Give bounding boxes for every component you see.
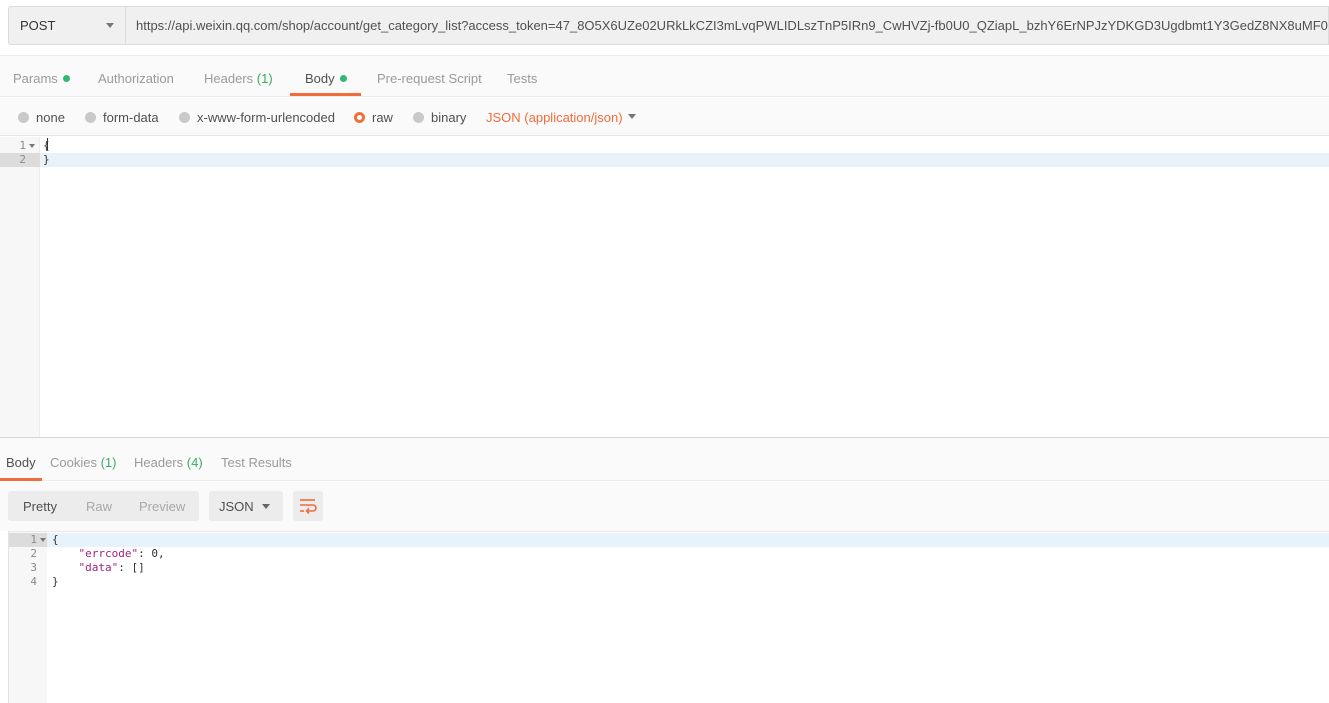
wrap-lines-icon xyxy=(300,499,317,515)
fold-arrow-icon[interactable] xyxy=(29,144,35,148)
line-number: 1 xyxy=(19,139,26,152)
response-body-viewer[interactable]: 1 { 2 "errcode": 0, 3 "data": [] 4 } xyxy=(8,531,1329,703)
radio-none[interactable]: none xyxy=(18,98,65,136)
json-key: "errcode" xyxy=(78,547,139,560)
radio-circle xyxy=(18,112,29,123)
code-text: { xyxy=(52,533,59,546)
tab-body[interactable]: Body xyxy=(305,56,347,97)
content-type-select[interactable]: JSON (application/json) xyxy=(486,98,623,136)
view-pretty-button[interactable]: Pretty xyxy=(23,491,57,521)
tab-pre-request-script[interactable]: Pre-request Script xyxy=(377,56,482,97)
request-url-bar: POST https://api.weixin.qq.com/shop/acco… xyxy=(8,6,1329,45)
response-tab-test-results[interactable]: Test Results xyxy=(221,438,292,481)
tab-authorization-label: Authorization xyxy=(98,71,174,86)
response-tab-headers[interactable]: Headers (4) xyxy=(134,438,203,481)
request-tabs: Params Authorization Headers (1) Body Pr… xyxy=(0,55,1329,97)
radio-none-label: none xyxy=(36,110,65,125)
radio-form-data[interactable]: form-data xyxy=(85,98,159,136)
line-number: 4 xyxy=(30,575,37,588)
response-format-label: JSON xyxy=(219,499,254,514)
tab-body-label: Body xyxy=(305,71,335,86)
body-active-dot xyxy=(339,75,347,82)
code-line: 1 { xyxy=(0,139,1329,153)
view-mode-toggle: Pretty Raw Preview xyxy=(8,491,199,521)
response-tab-cookies-count: (1) xyxy=(100,455,117,470)
params-active-dot xyxy=(62,75,70,82)
response-line-active: 1 { xyxy=(9,533,1329,547)
json-value: : [] xyxy=(118,561,145,574)
line-number-gutter xyxy=(0,137,40,437)
code-text: "data": [] xyxy=(52,561,145,575)
code-text: "errcode": 0, xyxy=(52,547,165,561)
view-raw-button[interactable]: Raw xyxy=(86,491,112,521)
tab-params-label: Params xyxy=(13,71,58,86)
request-body-editor[interactable]: 1 { 2 } xyxy=(0,137,1329,437)
wrap-lines-button[interactable] xyxy=(293,491,323,521)
json-value: : 0, xyxy=(138,547,165,560)
response-format-select[interactable]: JSON xyxy=(209,491,283,521)
body-type-selector: none form-data x-www-form-urlencoded raw… xyxy=(0,98,1329,136)
line-number: 2 xyxy=(19,153,26,166)
response-tab-cookies[interactable]: Cookies (1) xyxy=(50,438,116,481)
response-tabs: Body Cookies (1) Headers (4) Test Result… xyxy=(0,438,1329,481)
method-select[interactable]: POST xyxy=(8,6,125,45)
tab-authorization[interactable]: Authorization xyxy=(98,56,174,97)
response-tab-cookies-label: Cookies xyxy=(50,455,97,470)
fold-arrow-icon[interactable] xyxy=(40,538,46,542)
response-tab-test-results-label: Test Results xyxy=(221,455,292,470)
url-input[interactable]: https://api.weixin.qq.com/shop/account/g… xyxy=(125,6,1329,45)
tab-tests[interactable]: Tests xyxy=(507,56,537,97)
tab-headers-label: Headers xyxy=(204,71,254,86)
radio-binary[interactable]: binary xyxy=(413,98,466,136)
json-key: "data" xyxy=(78,561,119,574)
radio-raw[interactable]: raw xyxy=(354,98,393,136)
response-tab-headers-label: Headers xyxy=(134,455,184,470)
tab-headers[interactable]: Headers (1) xyxy=(204,56,273,97)
radio-form-data-label: form-data xyxy=(103,110,159,125)
method-label: POST xyxy=(20,18,56,33)
code-text: } xyxy=(52,575,59,588)
radio-urlencoded[interactable]: x-www-form-urlencoded xyxy=(179,98,335,136)
code-line-active: 2 } xyxy=(0,153,1329,167)
radio-binary-label: binary xyxy=(431,110,467,125)
line-number: 2 xyxy=(30,547,37,560)
view-preview-button[interactable]: Preview xyxy=(139,491,185,521)
radio-circle xyxy=(413,112,424,123)
active-response-tab-indicator xyxy=(0,478,42,481)
radio-raw-label: raw xyxy=(372,110,393,125)
response-tab-body-label: Body xyxy=(6,455,36,470)
response-line: 3 "data": [] xyxy=(9,561,1329,575)
radio-urlencoded-label: x-www-form-urlencoded xyxy=(197,110,335,125)
radio-circle-selected xyxy=(354,112,365,123)
response-line: 2 "errcode": 0, xyxy=(9,547,1329,561)
chevron-down-icon[interactable] xyxy=(628,114,636,119)
radio-circle xyxy=(85,112,96,123)
active-tab-indicator xyxy=(290,93,361,96)
tab-params[interactable]: Params xyxy=(13,56,70,97)
response-tab-body[interactable]: Body xyxy=(6,438,36,481)
tab-headers-count: (1) xyxy=(256,71,273,86)
radio-circle xyxy=(179,112,190,123)
code-text: } xyxy=(43,153,50,166)
chevron-down-icon xyxy=(262,504,270,509)
response-tab-headers-count: (4) xyxy=(186,455,203,470)
line-number: 1 xyxy=(30,533,37,546)
text-cursor xyxy=(47,138,48,150)
tab-tests-label: Tests xyxy=(507,71,538,86)
response-toolbar: Pretty Raw Preview JSON xyxy=(0,482,1329,531)
line-number: 3 xyxy=(30,561,37,574)
response-line: 4 } xyxy=(9,575,1329,589)
tab-pre-request-label: Pre-request Script xyxy=(377,71,482,86)
chevron-down-icon xyxy=(106,23,114,28)
